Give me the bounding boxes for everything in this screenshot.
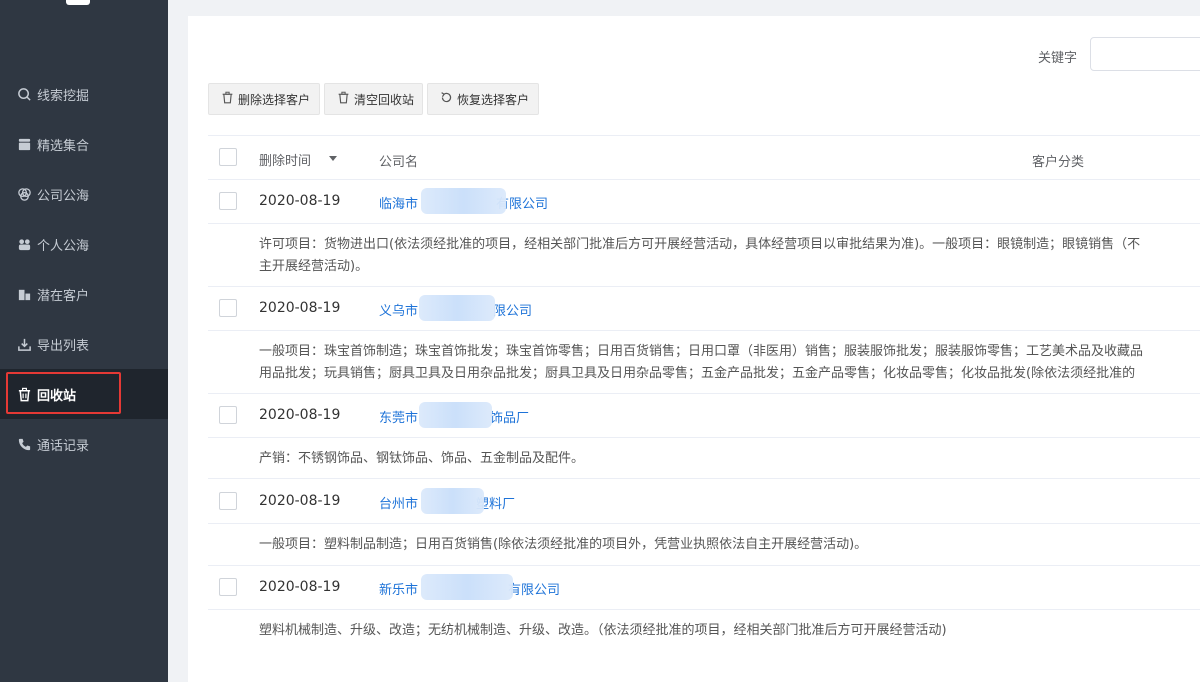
phone-icon: [16, 436, 32, 452]
sidebar-item-label: 个人公海: [37, 238, 90, 254]
row-checkbox[interactable]: [219, 406, 237, 424]
row-business-scope: 许可项目：货物进出口(依法须经批准的项目，经相关部门批准后方可开展经营活动，具体…: [259, 234, 1200, 278]
table-divider: [208, 478, 1200, 479]
row-business-scope: 一般项目：珠宝首饰制造；珠宝首饰批发；珠宝首饰零售；日用百货销售；日用口罩（非医…: [259, 341, 1200, 385]
company-suffix: 有限公司: [508, 583, 561, 598]
business-scope-line: 用品批发；玩具销售；厨具卫具及日用杂品批发；厨具卫具及日用杂品零售；五金产品批发…: [259, 366, 1136, 381]
company-prefix: 新乐市: [379, 583, 419, 598]
table-divider: [208, 179, 1200, 180]
row-delete-date: 2020-08-19: [259, 407, 341, 423]
collection-icon: [16, 136, 32, 152]
sidebar-item-label: 公司公海: [37, 188, 90, 204]
table-divider: [208, 609, 1200, 610]
row-business-scope: 产销：不锈钢饰品、钢钛饰品、饰品、五金制品及配件。: [259, 448, 1200, 470]
restore-selected-button[interactable]: 恢复选择客户: [427, 83, 539, 115]
table-divider: [208, 437, 1200, 438]
recycle-bin-panel: 关键字 删除选择客户 清空回收站 恢复选择客户 删除时间 公司名 客户分类 20…: [188, 16, 1200, 682]
keyword-input[interactable]: [1090, 37, 1200, 71]
row-checkbox[interactable]: [219, 578, 237, 596]
clear-recycle-bin-label: 清空回收站: [354, 92, 415, 107]
row-delete-date: 2020-08-19: [259, 300, 341, 316]
row-checkbox[interactable]: [219, 299, 237, 317]
redaction-blur: [419, 295, 495, 321]
company-prefix: 东莞市: [379, 411, 419, 426]
row-delete-date: 2020-08-19: [259, 493, 341, 509]
sort-caret-icon[interactable]: [329, 156, 337, 161]
trash-icon: [337, 91, 350, 107]
row-business-scope: 一般项目：塑料制品制造；日用百货销售(除依法须经批准的项目外，凭营业执照依法自主…: [259, 534, 1200, 556]
company-pool-icon: [16, 186, 32, 202]
redaction-blur: [419, 402, 492, 428]
sidebar: 线索挖掘 精选集合 公司公海 个人公海 潜在客户 导出列表 回收站 通话记录: [0, 0, 168, 682]
row-delete-date: 2020-08-19: [259, 579, 341, 595]
row-checkbox[interactable]: [219, 192, 237, 210]
sidebar-item-label: 通话记录: [37, 438, 90, 454]
sidebar-item-call-records[interactable]: 通话记录: [0, 419, 168, 469]
company-prefix: 义乌市: [379, 304, 419, 319]
select-all-checkbox[interactable]: [219, 148, 237, 166]
search-icon: [16, 86, 32, 102]
company-suffix: 限公司: [493, 304, 533, 319]
sidebar-item-label: 回收站: [37, 388, 77, 404]
redaction-blur: [421, 574, 513, 600]
table-divider: [208, 330, 1200, 331]
table-divider: [208, 135, 1200, 136]
table-divider: [208, 393, 1200, 394]
table-divider: [208, 223, 1200, 224]
delete-selected-label: 删除选择客户: [238, 92, 311, 107]
business-scope-line: 塑料机械制造、升级、改造；无纺机械制造、升级、改造。（依法须经批准的项目，经相关…: [259, 623, 947, 638]
building-icon: [16, 286, 32, 302]
company-prefix: 台州市: [379, 497, 419, 512]
company-suffix: 饰品厂: [490, 411, 530, 426]
table-divider: [208, 565, 1200, 566]
business-scope-line: 一般项目：塑料制品制造；日用百货销售(除依法须经批准的项目外，凭营业执照依法自主…: [259, 537, 868, 552]
redaction-blur: [421, 188, 506, 214]
sidebar-item-lead-mining[interactable]: 线索挖掘: [0, 69, 168, 119]
logo: [66, 0, 90, 5]
trash-icon: [221, 91, 234, 107]
business-scope-line: 一般项目：珠宝首饰制造；珠宝首饰批发；珠宝首饰零售；日用百货销售；日用口罩（非医…: [259, 344, 1144, 359]
redaction-blur: [421, 488, 484, 514]
trash-icon: [16, 386, 32, 402]
row-delete-date: 2020-08-19: [259, 193, 341, 209]
row-business-scope: 塑料机械制造、升级、改造；无纺机械制造、升级、改造。（依法须经批准的项目，经相关…: [259, 620, 1200, 642]
sidebar-item-featured[interactable]: 精选集合: [0, 119, 168, 169]
header-company-name: 公司名: [379, 155, 419, 170]
header-delete-time[interactable]: 删除时间: [259, 150, 311, 169]
restore-selected-label: 恢复选择客户: [457, 92, 530, 107]
sidebar-item-company-pool[interactable]: 公司公海: [0, 169, 168, 219]
sidebar-item-export-list[interactable]: 导出列表: [0, 319, 168, 369]
delete-selected-button[interactable]: 删除选择客户: [208, 83, 320, 115]
business-scope-line: 主开展经营活动)。: [259, 259, 369, 274]
sidebar-item-label: 导出列表: [37, 338, 90, 354]
sidebar-item-recycle-bin[interactable]: 回收站: [0, 369, 168, 419]
row-checkbox[interactable]: [219, 492, 237, 510]
company-prefix: 临海市: [379, 197, 419, 212]
export-icon: [16, 336, 32, 352]
clear-recycle-bin-button[interactable]: 清空回收站: [324, 83, 423, 115]
table-divider: [208, 286, 1200, 287]
sidebar-item-label: 线索挖掘: [37, 88, 90, 104]
sidebar-item-personal-pool[interactable]: 个人公海: [0, 219, 168, 269]
sidebar-item-label: 精选集合: [37, 138, 90, 154]
business-scope-line: 产销：不锈钢饰品、钢钛饰品、饰品、五金制品及配件。: [259, 451, 585, 466]
restore-icon: [440, 91, 453, 107]
table-divider: [208, 523, 1200, 524]
sidebar-item-potential-customers[interactable]: 潜在客户: [0, 269, 168, 319]
business-scope-line: 许可项目：货物进出口(依法须经批准的项目，经相关部门批准后方可开展经营活动，具体…: [259, 237, 1141, 252]
sidebar-item-label: 潜在客户: [37, 288, 90, 304]
header-customer-category: 客户分类: [1032, 155, 1085, 170]
personal-pool-icon: [16, 236, 32, 252]
keyword-label: 关键字: [1038, 51, 1078, 66]
